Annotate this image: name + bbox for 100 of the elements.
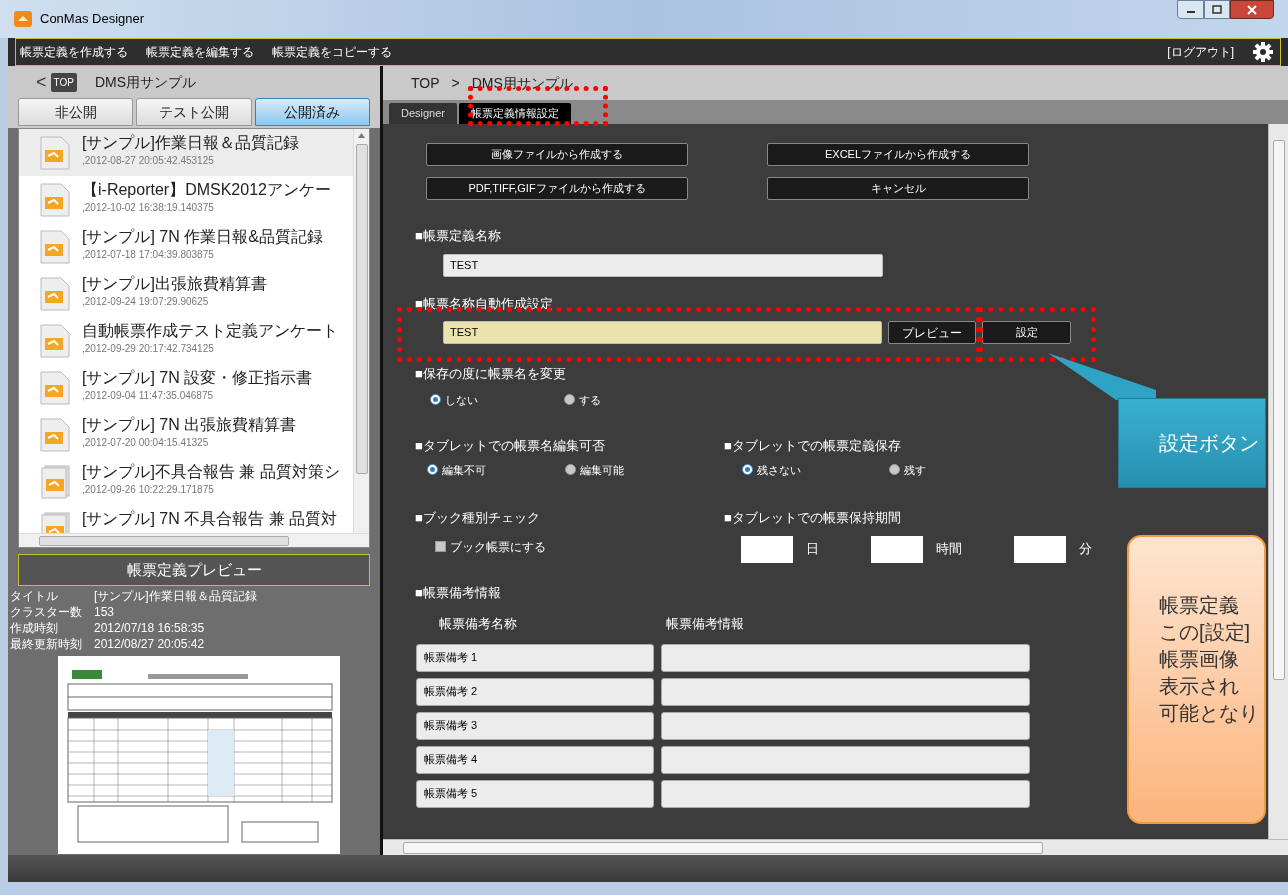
tab[interactable]: テスト公開 xyxy=(136,98,252,126)
note-name-field[interactable]: 帳票備考 2 xyxy=(416,677,654,706)
document-icon xyxy=(39,324,71,358)
menu-item[interactable]: 帳票定義を編集する xyxy=(146,43,254,61)
checkbox[interactable] xyxy=(435,541,446,552)
form-title: [サンプル] 7N 不具合報告 兼 品質対 xyxy=(82,509,338,529)
create-button[interactable]: 画像ファイルから作成する xyxy=(426,143,688,166)
form-date: ,2012-09-26 10:22:29.171875 xyxy=(82,483,215,496)
note-value-field[interactable] xyxy=(661,745,1030,774)
note-value-field[interactable] xyxy=(661,677,1030,706)
note-value-field[interactable] xyxy=(661,643,1030,672)
create-button[interactable]: EXCELファイルから作成する xyxy=(767,143,1029,166)
horizontal-scrollbar[interactable] xyxy=(19,533,369,547)
form-title: [サンプル] 7N 作業日報&品質記録 xyxy=(82,227,323,247)
form-list-item[interactable]: [サンプル]作業日報＆品質記録 ,2012-08-27 20:05:42.453125 xyxy=(19,129,353,176)
tab[interactable]: Designer xyxy=(389,103,458,124)
logout-link[interactable]: [ログアウト] xyxy=(1167,43,1234,61)
tab[interactable]: 公開済み xyxy=(254,98,370,126)
radio-button[interactable] xyxy=(889,464,900,476)
note-name-field[interactable]: 帳票備考 5 xyxy=(416,779,654,808)
form-title: [サンプル] 7N 出張旅費精算書 xyxy=(82,415,297,435)
close-icon xyxy=(1247,4,1257,15)
info-label: タイトル xyxy=(10,588,59,604)
menu-item[interactable]: 帳票定義をコピーする xyxy=(272,43,392,61)
checkbox-label: ブック帳票にする xyxy=(450,538,546,556)
radio-label: 編集可能 xyxy=(580,462,624,478)
form-date: ,2012-09-29 20:17:42.734125 xyxy=(82,342,215,355)
radio-label: 編集不可 xyxy=(442,462,486,478)
note-value-field[interactable] xyxy=(661,711,1030,740)
auto-name-field[interactable]: TEST xyxy=(443,321,882,344)
info-label: 最終更新時刻 xyxy=(10,636,83,652)
callout-text: この[設定] xyxy=(1159,620,1252,645)
form-date: ,2012-07-20 00:04:15.41325 xyxy=(82,436,210,449)
tab[interactable]: 非公開 xyxy=(18,98,134,126)
unit-label: 日 xyxy=(806,540,819,559)
info-label: 作成時刻 xyxy=(10,620,59,636)
info-value: 2012/07/18 16:58:35 xyxy=(94,620,206,636)
note-name-field[interactable]: 帳票備考 1 xyxy=(416,643,654,672)
section-label: ■帳票備考情報 xyxy=(415,583,502,602)
section-label: ■タブレットでの帳票名編集可否 xyxy=(415,437,606,455)
radio-label: する xyxy=(579,392,601,408)
section-label: ■タブレットでの帳票保持期間 xyxy=(724,509,902,527)
form-title: [サンプル]作業日報＆品質記録 xyxy=(82,133,299,153)
settings-button[interactable]: 設定 xyxy=(982,321,1071,344)
duration-field[interactable] xyxy=(1014,535,1066,563)
folder-title: DMS用サンプル xyxy=(94,72,197,92)
document-icon xyxy=(39,230,71,264)
section-label: ■保存の度に帳票名を変更 xyxy=(415,365,567,383)
note-name-field[interactable]: 帳票備考 3 xyxy=(416,711,654,740)
callout-text: 可能となり xyxy=(1159,701,1260,726)
note-name-field[interactable]: 帳票備考 4 xyxy=(416,745,654,774)
breadcrumb-separator: > xyxy=(451,73,460,93)
minimize-button[interactable] xyxy=(1177,0,1204,19)
scroll-up-icon[interactable] xyxy=(358,133,365,138)
vertical-scrollbar[interactable] xyxy=(353,129,369,533)
app-icon xyxy=(14,11,32,27)
duration-field[interactable] xyxy=(741,535,793,563)
radio-button[interactable] xyxy=(427,464,438,476)
radio-button[interactable] xyxy=(565,464,576,476)
back-button[interactable]: < xyxy=(36,73,47,91)
radio-button[interactable] xyxy=(564,394,575,406)
maximize-icon xyxy=(1212,5,1222,14)
document-icon xyxy=(39,277,71,311)
create-button[interactable]: PDF,TIFF,GIFファイルから作成する xyxy=(426,177,688,200)
document-icon xyxy=(39,136,71,170)
radio-button[interactable] xyxy=(430,394,441,406)
close-button[interactable] xyxy=(1230,0,1274,19)
form-title: [サンプル]出張旅費精算書 xyxy=(82,274,267,294)
form-date: ,2012-07-18 17:04:39.803875 xyxy=(82,248,215,261)
maximize-button[interactable] xyxy=(1204,0,1230,19)
menu-item[interactable]: 帳票定義を作成する xyxy=(20,43,128,61)
radio-button[interactable] xyxy=(742,464,753,476)
document-icon xyxy=(39,183,71,217)
section-label: ■帳票定義名称 xyxy=(415,227,502,245)
vertical-scrollbar[interactable] xyxy=(1268,124,1288,839)
name-field[interactable]: TEST xyxy=(443,253,883,277)
form-title: 自動帳票作成テスト定義アンケート xyxy=(82,321,338,341)
radio-label: しない xyxy=(445,392,478,408)
callout-text: 帳票画像 xyxy=(1159,647,1240,672)
breadcrumb-link[interactable]: TOP xyxy=(411,72,440,94)
form-date: ,2012-09-04 11:47:35.046875 xyxy=(82,389,215,402)
callout-text: 帳票定義 xyxy=(1159,593,1240,618)
info-value: [サンプル]作業日報＆品質記録 xyxy=(94,588,258,604)
form-title: [サンプル]不具合報告 兼 品質対策シ xyxy=(82,462,340,482)
top-badge[interactable]: TOP xyxy=(50,72,77,92)
unit-label: 時間 xyxy=(936,540,962,559)
window-title: ConMas Designer xyxy=(40,10,145,29)
duration-field[interactable] xyxy=(871,535,923,563)
form-date: ,2012-08-27 20:05:42.453125 xyxy=(82,154,215,167)
section-label: ■ブック種別チェック xyxy=(415,509,541,527)
horizontal-scrollbar[interactable] xyxy=(383,839,1288,855)
section-label: ■タブレットでの帳票定義保存 xyxy=(724,437,902,455)
note-value-field[interactable] xyxy=(661,779,1030,808)
unit-label: 分 xyxy=(1079,540,1092,559)
form-date: ,2012-09-24 19:07:29.90625 xyxy=(82,295,210,308)
preview-button[interactable]: プレビュー xyxy=(888,321,976,344)
document-icon xyxy=(39,371,71,405)
create-button[interactable]: キャンセル xyxy=(767,177,1029,200)
form-date: ,2012-10-02 16:38:19.140375 xyxy=(82,201,215,214)
document-icon xyxy=(39,418,71,452)
